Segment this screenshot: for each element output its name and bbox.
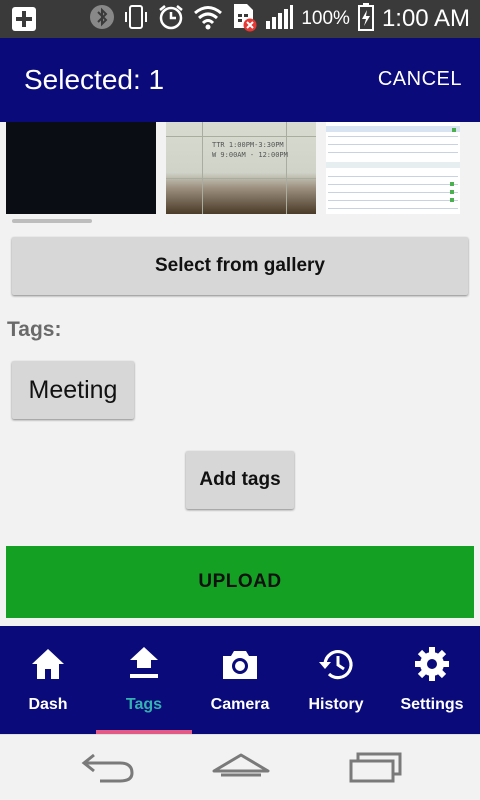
nav-item-tags[interactable]: Tags (96, 626, 192, 734)
schedule-line: W 9:00AM - 12:00PM (212, 151, 288, 159)
signal-icon (265, 4, 294, 35)
bottom-navigation: Dash Tags Camera History Settings (0, 626, 480, 734)
tag-chip-meeting[interactable]: Meeting (12, 361, 134, 419)
alarm-icon (157, 3, 185, 36)
page-title: Selected: 1 (24, 64, 165, 95)
upload-button[interactable]: UPLOAD (6, 546, 474, 618)
nav-label-history: History (308, 696, 364, 713)
gear-icon (412, 644, 452, 684)
upload-content: TTR 1:00PM-3:30PM W 9:00AM - 12:00PM Sel… (0, 122, 480, 626)
system-navigation-bar (0, 734, 480, 800)
recents-icon[interactable] (348, 751, 404, 790)
thumbnail-dark-photo[interactable] (6, 122, 156, 214)
schedule-text: TTR 1:00PM-3:30PM W 9:00AM - 12:00PM (212, 140, 288, 160)
sim-error-icon (231, 2, 257, 37)
nav-item-dash[interactable]: Dash (0, 626, 96, 734)
app-header: Selected: 1 CANCEL (0, 38, 480, 122)
status-icons: 100% 1:00 AM (89, 0, 470, 38)
add-tags-button[interactable]: Add tags (186, 451, 294, 509)
thumbnail-schedule-photo[interactable]: TTR 1:00PM-3:30PM W 9:00AM - 12:00PM (166, 122, 316, 214)
battery-percent: 100% (301, 8, 350, 29)
upload-icon (124, 644, 164, 684)
clock: 1:00 AM (381, 5, 470, 32)
battery-charging-icon (357, 2, 374, 36)
nav-label-tags: Tags (125, 696, 163, 713)
bluetooth-icon (89, 4, 115, 35)
status-bar: 100% 1:00 AM (0, 0, 480, 38)
camera-icon (220, 644, 260, 684)
wifi-icon (193, 4, 223, 35)
history-icon (316, 644, 356, 684)
select-from-gallery-button[interactable]: Select from gallery (12, 237, 468, 295)
cancel-button[interactable]: CANCEL (378, 68, 462, 91)
phone-vibrate-icon (123, 3, 149, 36)
nav-item-settings[interactable]: Settings (384, 626, 480, 734)
nav-label-camera: Camera (210, 696, 270, 713)
nav-item-history[interactable]: History (288, 626, 384, 734)
home-icon (28, 644, 68, 684)
thumbnail-strip[interactable]: TTR 1:00PM-3:30PM W 9:00AM - 12:00PM (6, 122, 460, 214)
back-icon[interactable] (80, 751, 136, 790)
horizontal-scroll-indicator[interactable] (12, 219, 92, 223)
thumbnail-document-screenshot[interactable] (326, 122, 460, 214)
tags-label: Tags: (7, 318, 62, 341)
nav-label-settings: Settings (400, 696, 464, 713)
nav-label-dash: Dash (28, 696, 68, 713)
schedule-line: TTR 1:00PM-3:30PM (212, 141, 284, 149)
nav-item-camera[interactable]: Camera (192, 626, 288, 734)
plus-box-icon (10, 5, 38, 38)
home-outline-icon[interactable] (211, 751, 271, 790)
app-screen: 100% 1:00 AM Selected: 1 CANCEL TTR 1:00… (0, 0, 480, 800)
